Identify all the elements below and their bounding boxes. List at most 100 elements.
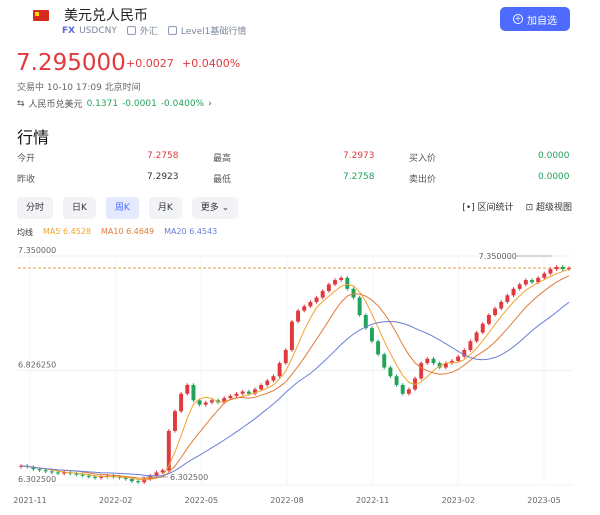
candle-body [179, 393, 184, 412]
candle-body [357, 297, 362, 316]
level-label: Level1基础行情 [180, 27, 247, 37]
candle-body [92, 476, 97, 478]
x-tick-label: 2021-11 [13, 496, 46, 505]
tab-intraday[interactable]: 分时 [17, 197, 54, 219]
candle-body [136, 481, 141, 483]
candle-body [56, 472, 60, 474]
candle-body [320, 290, 325, 298]
ma5-legend: MA5 6.4528 [43, 227, 91, 236]
bid-value: 0.0000 [538, 151, 570, 161]
x-tick-label: 2022-11 [356, 496, 389, 505]
y-tick-label: 7.350000 [18, 246, 56, 255]
candle-body [209, 400, 214, 403]
high-value: 7.2973 [343, 151, 375, 161]
candle-body [339, 277, 344, 281]
candle-body [554, 266, 559, 270]
ma-legend: 均线 MA5 6.4528 MA10 6.4649 MA20 6.4543 [17, 227, 217, 238]
candle-body [480, 323, 485, 333]
candle-body [185, 384, 190, 394]
stats-table: 今开 7.2758 最高 7.2973 买入价 0.0000 昨收 7.2923… [17, 151, 573, 193]
candle-body [283, 350, 288, 364]
candle-body [499, 301, 504, 309]
candle-body [566, 268, 571, 270]
candle-body [234, 393, 239, 396]
x-tick-label: 2023-02 [442, 496, 475, 505]
candle-body [86, 475, 91, 477]
candle-body [49, 471, 54, 473]
candle-body [394, 376, 399, 385]
candle-body [493, 308, 498, 316]
candle-body [486, 315, 491, 324]
superview-button[interactable]: ⊡ 超级视图 [526, 200, 572, 213]
add-watchlist-button[interactable]: + 加自选 [500, 7, 570, 31]
inverse-price: 0.1371 [86, 98, 119, 109]
candle-body [154, 472, 159, 476]
candle-body [240, 391, 245, 394]
candle-body [228, 395, 233, 399]
inverse-rate-link[interactable]: ⇆ 人民币兑美元 0.1371 -0.0001 -0.0400% › [17, 97, 212, 111]
period-tabs: 分时 日K 周K 月K 更多 ⌄ [17, 197, 239, 219]
candle-body [400, 384, 405, 394]
candle-body [308, 301, 313, 307]
candle-body [425, 358, 430, 364]
candle-body [369, 328, 374, 342]
candle-body [80, 474, 85, 476]
candle-body [388, 367, 393, 377]
level-icon [167, 26, 177, 35]
ma20-legend: MA20 6.4543 [164, 227, 218, 236]
tab-weekly[interactable]: 周K [105, 197, 139, 219]
range-stats-label: 区间统计 [477, 203, 514, 213]
section-title: 行情 [17, 128, 50, 147]
candle-body [345, 277, 350, 289]
trade-status: 交易中 10-10 17:09 北京时间 [17, 83, 141, 93]
candle-body [523, 280, 528, 285]
candle-body [197, 400, 202, 405]
us-flag-icon [33, 10, 49, 21]
candle-body [517, 284, 522, 289]
tab-daily[interactable]: 日K [63, 197, 96, 219]
ma10-legend: MA10 6.4649 [101, 227, 155, 236]
candlestick-chart[interactable]: 7.350000 6.826250 6.302500 7.350000 6.302500… [0, 240, 600, 510]
stats-row: 今开 7.2758 最高 7.2973 买入价 0.0000 [17, 151, 573, 172]
candle-body [259, 384, 264, 390]
inverse-change-pct: -0.0400% [160, 98, 205, 109]
y-tick-label: 6.826250 [18, 361, 56, 370]
inverse-change: -0.0001 [122, 98, 157, 109]
tab-more-label: 更多 [200, 203, 219, 213]
candle-body [456, 356, 461, 361]
tab-more[interactable]: 更多 ⌄ [191, 197, 239, 219]
candle-body [265, 380, 270, 385]
candle-body [191, 384, 196, 401]
prev-close-value: 7.2923 [147, 172, 179, 182]
ma-legend-label: 均线 [17, 228, 33, 237]
high-label: 最高 [213, 154, 232, 164]
bid-label: 买入价 [409, 154, 437, 164]
chart-tools: [•] 区间统计 ⊡ 超级视图 [462, 200, 572, 213]
candle-body [333, 280, 337, 285]
candle-body [468, 341, 473, 351]
plus-icon: + [513, 14, 523, 24]
x-tick-label: 2022-02 [99, 496, 132, 505]
candle-body [246, 391, 251, 394]
candle-body [530, 280, 534, 283]
candle-body [271, 376, 276, 381]
candle-body [511, 288, 516, 296]
candle-body [326, 284, 331, 291]
inverse-label: 人民币兑美元 [28, 100, 83, 110]
candle-body [376, 341, 381, 355]
candle-body [560, 266, 565, 270]
candle-body [505, 295, 510, 302]
candle-body [431, 358, 436, 364]
candle-body [160, 470, 165, 473]
fx-badge: FX [62, 25, 76, 36]
price-change: +0.0027 [126, 57, 174, 70]
add-watchlist-label: 加自选 [527, 15, 557, 27]
header: 美元兑人民币 FX USDCNY 外汇 Level1基础行情 + 加自选 [0, 0, 600, 40]
price-change-pct: +0.0400% [182, 57, 241, 70]
tab-monthly[interactable]: 月K [148, 197, 182, 219]
y-tick-label: 6.302500 [18, 475, 56, 484]
low-value: 7.2758 [343, 172, 375, 182]
range-stats-button[interactable]: [•] 区间统计 [462, 200, 513, 213]
candle-body [289, 321, 294, 351]
ma5-line [21, 268, 570, 481]
